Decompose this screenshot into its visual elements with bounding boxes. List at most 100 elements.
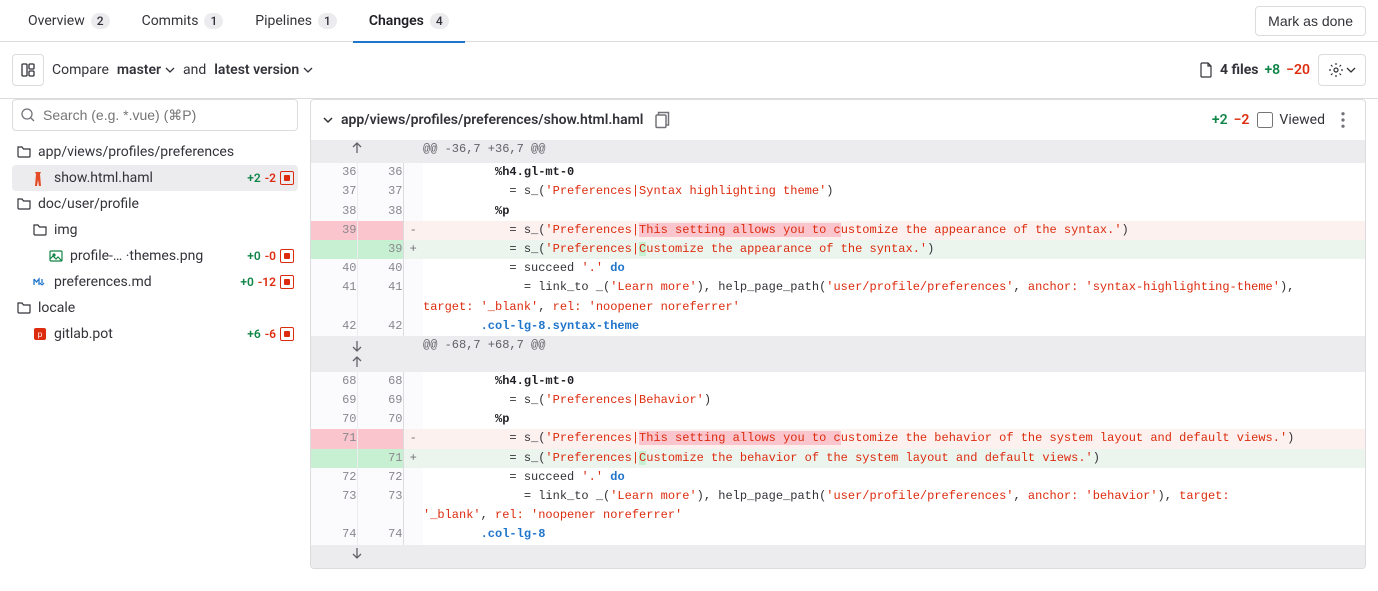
file-stats: +0 -0: [247, 249, 294, 263]
diff-line-deletion[interactable]: 39- = s_('Preferences|This setting allow…: [311, 221, 1365, 240]
tab-commits[interactable]: Commits 1: [126, 0, 240, 42]
file-name: profile-… ·themes.png: [70, 248, 241, 264]
folder-icon: [16, 196, 32, 212]
settings-dropdown-button[interactable]: [1318, 54, 1366, 86]
main-area: app/views/profiles/preferences show.html…: [0, 99, 1378, 569]
target-version-dropdown[interactable]: latest version: [214, 62, 313, 78]
file-tree-sidebar: app/views/profiles/preferences show.html…: [0, 99, 310, 569]
image-file-icon: [48, 248, 64, 264]
svg-text:p: p: [38, 330, 43, 339]
file-path: app/views/profiles/preferences/show.html…: [341, 112, 643, 128]
copy-path-button[interactable]: [651, 110, 671, 130]
expand-up-icon: [349, 140, 365, 156]
diff-line[interactable]: 7070 %p: [311, 410, 1365, 429]
diff-panel: app/views/profiles/preferences/show.html…: [310, 99, 1366, 569]
version-name: latest version: [214, 62, 299, 78]
folder-icon: [16, 300, 32, 316]
file-menu-button[interactable]: [1333, 110, 1353, 130]
file-stats: +6 -6: [247, 327, 294, 341]
tree-folder[interactable]: app/views/profiles/preferences: [12, 139, 298, 165]
diff-line[interactable]: 7272 = succeed '.' do: [311, 468, 1365, 487]
file-tree-toggle-button[interactable]: [12, 54, 44, 86]
tab-label: Changes: [369, 13, 424, 29]
viewed-label: Viewed: [1279, 112, 1325, 128]
folder-icon: [32, 222, 48, 238]
file-stats: +2 -2: [247, 171, 294, 185]
folder-name: img: [54, 222, 294, 238]
file-name: show.html.haml: [54, 170, 241, 186]
tab-badge: 2: [91, 13, 110, 29]
file-name: gitlab.pot: [54, 326, 241, 342]
tree-folder[interactable]: locale: [12, 295, 298, 321]
tab-pipelines[interactable]: Pipelines 1: [239, 0, 353, 42]
expand-up-button[interactable]: [311, 140, 403, 163]
diff-line[interactable]: 3636 %h4.gl-mt-0: [311, 163, 1365, 182]
diff-line[interactable]: 4141 = link_to _('Learn more'), help_pag…: [311, 278, 1365, 316]
tree-file[interactable]: p gitlab.pot +6 -6: [12, 321, 298, 347]
tree-file[interactable]: profile-… ·themes.png +0 -0: [12, 243, 298, 269]
tree-icon: [20, 62, 36, 78]
tab-label: Overview: [28, 13, 85, 29]
base-branch-dropdown[interactable]: master: [117, 62, 175, 78]
tab-label: Pipelines: [255, 13, 312, 29]
tab-badge: 1: [318, 13, 337, 29]
diff-stats: 4 files +8 −20: [1198, 62, 1310, 78]
expand-up-icon: [349, 354, 365, 370]
tree-file[interactable]: show.html.haml +2 -2: [12, 165, 298, 191]
file-search: [12, 99, 298, 131]
comment-indicator-icon: [280, 275, 294, 289]
pot-file-icon: p: [32, 326, 48, 342]
collapse-icon[interactable]: [323, 115, 333, 125]
haml-file-icon: [32, 170, 48, 186]
diff-hunk-footer: [311, 545, 1365, 568]
diff-line[interactable]: 7373 = link_to _('Learn more'), help_pag…: [311, 487, 1365, 525]
diff-line[interactable]: 4242 .col-lg-8.syntax-theme: [311, 317, 1365, 336]
additions-count: +8: [1264, 62, 1280, 78]
comment-indicator-icon: [280, 249, 294, 263]
diff-line-deletion[interactable]: 71- = s_('Preferences|This setting allow…: [311, 429, 1365, 448]
tab-changes[interactable]: Changes 4: [353, 0, 465, 42]
tabs-bar: Overview 2 Commits 1 Pipelines 1 Changes…: [0, 0, 1378, 42]
diff-file-header: app/views/profiles/preferences/show.html…: [311, 100, 1365, 140]
search-input[interactable]: [12, 99, 298, 131]
diff-hunk-header: @@ -68,7 +68,7 @@: [311, 336, 1365, 372]
mark-as-done-button[interactable]: Mark as done: [1255, 6, 1366, 36]
diff-line[interactable]: 6868 %h4.gl-mt-0: [311, 372, 1365, 391]
file-name: preferences.md: [54, 274, 234, 290]
tab-badge: 1: [204, 13, 223, 29]
tree-folder[interactable]: img: [12, 217, 298, 243]
viewed-checkbox-input[interactable]: [1257, 112, 1273, 128]
tree-file[interactable]: preferences.md +0 -12: [12, 269, 298, 295]
and-label: and: [183, 62, 206, 78]
diff-table: @@ -36,7 +36,7 @@ 3636 %h4.gl-mt-0 3737 …: [311, 140, 1365, 568]
diff-line-addition[interactable]: 39+ = s_('Preferences|Customize the appe…: [311, 240, 1365, 259]
tab-label: Commits: [142, 13, 199, 29]
expand-down-icon: [349, 545, 365, 561]
viewed-checkbox[interactable]: Viewed: [1257, 112, 1325, 128]
diff-line[interactable]: 7474 .col-lg-8: [311, 525, 1365, 544]
folder-name: app/views/profiles/preferences: [38, 144, 294, 160]
expand-down-icon: [349, 338, 365, 354]
chevron-down-icon: [1346, 65, 1356, 75]
tab-badge: 4: [430, 13, 449, 29]
diff-line[interactable]: 3838 %p: [311, 202, 1365, 221]
gear-icon: [1328, 62, 1344, 78]
diff-toolbar: Compare master and latest version 4 file…: [0, 42, 1378, 99]
chevron-down-icon: [165, 65, 175, 75]
file-additions: +2: [1212, 112, 1228, 128]
diff-line[interactable]: 6969 = s_('Preferences|Behavior'): [311, 391, 1365, 410]
tab-overview[interactable]: Overview 2: [12, 0, 126, 42]
tree-folder[interactable]: doc/user/profile: [12, 191, 298, 217]
expand-buttons[interactable]: [311, 336, 403, 372]
comment-indicator-icon: [280, 171, 294, 185]
expand-down-button[interactable]: [311, 545, 403, 568]
diff-line[interactable]: 3737 = s_('Preferences|Syntax highlighti…: [311, 182, 1365, 201]
file-deletions: −2: [1234, 112, 1250, 128]
diff-line[interactable]: 4040 = succeed '.' do: [311, 259, 1365, 278]
search-icon: [20, 107, 36, 123]
diff-line-addition[interactable]: 71+ = s_('Preferences|Customize the beha…: [311, 449, 1365, 468]
comment-indicator-icon: [280, 327, 294, 341]
file-stats: +0 -12: [240, 275, 294, 289]
folder-name: locale: [38, 300, 294, 316]
file-icon: [1198, 62, 1214, 78]
